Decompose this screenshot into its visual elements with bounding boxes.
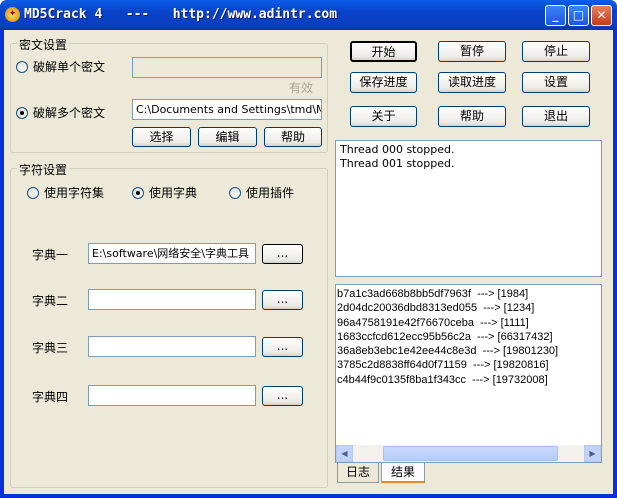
dict2-browse-button[interactable]: ... <box>262 290 303 310</box>
radio-circle[interactable] <box>132 186 144 199</box>
tab-results[interactable]: 结果 <box>381 463 425 483</box>
result-row: 3785c2d8838ff64d0f71159 ---> [19820816] <box>337 359 549 372</box>
load-progress-button[interactable]: 读取进度 <box>438 72 506 93</box>
dict1-browse-button[interactable]: ... <box>262 244 303 264</box>
maximize-button[interactable]: □ <box>568 5 589 26</box>
save-progress-button[interactable]: 保存进度 <box>350 72 417 93</box>
valid-label: 有效 <box>289 81 314 95</box>
dict3-label: 字典三 <box>32 341 69 355</box>
radio-use-charset[interactable]: 使用字符集 <box>27 184 104 201</box>
scrollbar-thumb[interactable] <box>383 446 558 461</box>
dict4-input[interactable] <box>88 385 256 406</box>
pause-button[interactable]: 暂停 <box>438 41 506 62</box>
minimize-button[interactable]: _ <box>545 5 566 26</box>
scroll-left-arrow-icon[interactable]: ◀ <box>336 445 353 462</box>
window-title: MD5Crack 4 --- http://www.adintr.com <box>24 7 338 22</box>
dict3-input[interactable] <box>88 336 256 357</box>
result-row: c4b44f9c0135f8ba1f343cc ---> [19732008] <box>337 373 548 386</box>
settings-button[interactable]: 设置 <box>522 72 590 93</box>
about-button[interactable]: 关于 <box>350 106 417 127</box>
app-icon: ✦ <box>5 7 20 22</box>
log-line: Thread 001 stopped. <box>340 157 455 170</box>
scroll-right-arrow-icon[interactable]: ▶ <box>584 445 601 462</box>
multi-cipher-file-input[interactable]: C:\Documents and Settings\tmd\My Dc <box>132 99 322 120</box>
cipher-help-button[interactable]: 帮助 <box>264 127 322 147</box>
results-list[interactable]: b7a1c3ad668b8bb5df7963f ---> [1984] 2d04… <box>335 284 602 463</box>
tab-log[interactable]: 日志 <box>337 463 379 483</box>
close-button[interactable]: ✕ <box>591 5 612 26</box>
horizontal-scrollbar[interactable]: ◀ ▶ <box>336 445 601 462</box>
radio-multi-cipher[interactable]: 破解多个密文 <box>16 104 105 121</box>
result-row: 1683ccfcd612ecc95b56c2a ---> [66317432] <box>337 330 553 343</box>
result-row: 2d04dc20036dbd8313ed055 ---> [1234] <box>337 302 535 315</box>
dict1-label: 字典一 <box>32 248 69 262</box>
cipher-group-title: 密文设置 <box>17 36 70 53</box>
result-row: 36a8eb3ebc1e42ee44c8e3d ---> [19801230] <box>337 345 559 358</box>
radio-label: 破解单个密文 <box>33 60 106 74</box>
cipher-settings-group: 密文设置 破解单个密文 有效 破解多个密文 C:\Documents and S… <box>10 36 328 153</box>
help-button[interactable]: 帮助 <box>438 106 506 127</box>
exit-button[interactable]: 退出 <box>522 106 590 127</box>
charset-group-title: 字符设置 <box>17 161 70 178</box>
radio-circle[interactable] <box>16 106 28 119</box>
log-output[interactable]: Thread 000 stopped. Thread 001 stopped. <box>335 140 602 277</box>
app-window: ✦ MD5Crack 4 --- http://www.adintr.com _… <box>0 0 617 498</box>
radio-circle[interactable] <box>16 60 28 73</box>
dict3-browse-button[interactable]: ... <box>262 337 303 357</box>
radio-label: 使用插件 <box>246 186 295 200</box>
dict4-browse-button[interactable]: ... <box>262 386 303 406</box>
start-button[interactable]: 开始 <box>350 41 417 62</box>
radio-use-plugin[interactable]: 使用插件 <box>229 184 294 201</box>
radio-label: 使用字符集 <box>44 186 105 200</box>
radio-circle[interactable] <box>229 186 241 199</box>
log-line: Thread 000 stopped. <box>340 143 455 156</box>
radio-single-cipher[interactable]: 破解单个密文 <box>16 58 105 75</box>
dict2-input[interactable] <box>88 289 256 310</box>
radio-circle[interactable] <box>27 186 39 199</box>
radio-label: 使用字典 <box>149 186 198 200</box>
client-area: 密文设置 破解单个密文 有效 破解多个密文 C:\Documents and S… <box>4 30 613 494</box>
result-row: 96a4758191e42f76670ceba ---> [1111] <box>337 316 529 329</box>
radio-label: 破解多个密文 <box>33 106 106 120</box>
choose-button[interactable]: 选择 <box>132 127 191 147</box>
dict4-label: 字典四 <box>32 390 69 404</box>
charset-settings-group: 字符设置 使用字符集 使用字典 使用插件 字典一 E:\software\网络安… <box>10 161 328 488</box>
edit-button[interactable]: 编辑 <box>198 127 257 147</box>
title-bar[interactable]: ✦ MD5Crack 4 --- http://www.adintr.com _… <box>0 0 617 30</box>
single-cipher-input[interactable] <box>132 57 322 78</box>
dict2-label: 字典二 <box>32 294 69 308</box>
dict1-input[interactable]: E:\software\网络安全\字典工具 <box>88 243 256 264</box>
stop-button[interactable]: 停止 <box>522 41 590 62</box>
result-row: b7a1c3ad668b8bb5df7963f ---> [1984] <box>337 288 529 300</box>
radio-use-dictionary[interactable]: 使用字典 <box>132 184 197 201</box>
